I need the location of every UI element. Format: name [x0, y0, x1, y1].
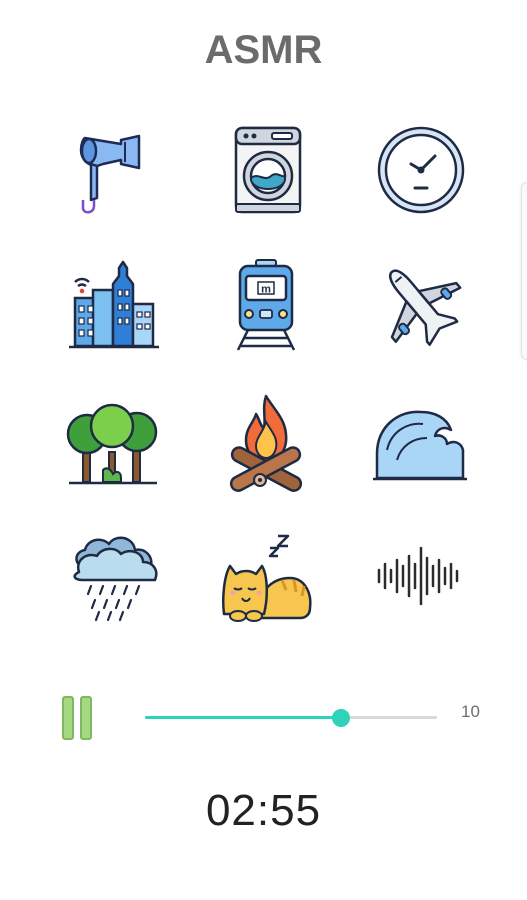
- hair-dryer-icon: [79, 134, 140, 214]
- washing-machine-icon: [234, 126, 302, 214]
- pause-icon-bar-left: [62, 696, 74, 740]
- pause-button[interactable]: [58, 694, 98, 744]
- forest-trees-icon: [66, 403, 157, 485]
- city-buildings-icon: [68, 260, 159, 349]
- rain-cloud-icon: [73, 536, 158, 622]
- clock-icon: [378, 126, 465, 214]
- slider-fill: [145, 716, 341, 719]
- metro-train-icon: m: [236, 259, 296, 351]
- slider-max-label: 10: [461, 702, 480, 721]
- sound-tile-forest[interactable]: [36, 372, 189, 508]
- sound-tile-campfire[interactable]: [189, 372, 342, 508]
- slider-thumb[interactable]: [331, 709, 350, 727]
- sound-grid: m: [36, 100, 496, 644]
- sound-tile-sleeping-cat[interactable]: [189, 508, 342, 644]
- ocean-wave-icon: [373, 410, 468, 481]
- sound-tile-clock[interactable]: [343, 100, 496, 236]
- airplane-icon: [389, 269, 462, 346]
- app-title: ASMR: [204, 28, 323, 72]
- sound-tile-metro[interactable]: m: [189, 236, 342, 372]
- sound-tile-washing-machine[interactable]: [189, 100, 342, 236]
- pause-icon-bar-right: [80, 696, 92, 740]
- sound-tile-rain[interactable]: [36, 508, 189, 644]
- asmr-screen: ASMR m 10 02:55: [0, 0, 527, 900]
- volume-slider[interactable]: [145, 708, 437, 728]
- sleeping-cat-icon: [221, 534, 312, 622]
- sound-tile-ocean-wave[interactable]: [343, 372, 496, 508]
- timer-display: 02:55: [205, 786, 322, 835]
- sound-tile-airplane[interactable]: [343, 236, 496, 372]
- sound-tile-sound-wave[interactable]: [343, 508, 496, 644]
- sound-tile-hair-dryer[interactable]: [36, 100, 189, 236]
- sound-tile-city[interactable]: [36, 236, 189, 372]
- sound-wave-icon: [378, 546, 459, 606]
- campfire-icon: [229, 394, 303, 492]
- player-controls: 10: [0, 690, 527, 750]
- edge-panel-handle[interactable]: [521, 182, 527, 360]
- svg-text:m: m: [261, 284, 271, 296]
